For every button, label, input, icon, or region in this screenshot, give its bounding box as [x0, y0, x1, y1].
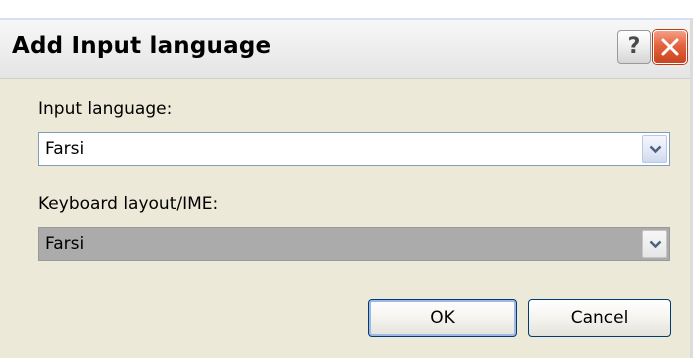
input-language-value: Farsi	[45, 139, 85, 159]
input-language-dropdown-button[interactable]	[642, 135, 667, 163]
input-language-dropdown[interactable]: Farsi	[38, 132, 670, 166]
keyboard-layout-dropdown[interactable]: Farsi	[38, 227, 670, 261]
chevron-down-icon	[649, 240, 662, 249]
title-bar[interactable]: Add Input language ?	[0, 20, 690, 79]
help-button[interactable]: ?	[617, 30, 651, 64]
keyboard-layout-dropdown-button[interactable]	[642, 230, 667, 258]
keyboard-layout-label: Keyboard layout/IME:	[38, 194, 219, 214]
input-language-label: Input language:	[38, 99, 173, 119]
close-icon	[661, 38, 679, 56]
dialog-title: Add Input language	[12, 33, 272, 59]
keyboard-layout-value: Farsi	[45, 234, 85, 254]
chevron-down-icon	[649, 145, 662, 154]
cancel-button[interactable]: Cancel	[528, 299, 671, 337]
close-button[interactable]	[653, 30, 687, 64]
ok-button[interactable]: OK	[368, 299, 517, 337]
add-input-language-dialog: Add Input language ? Input language: Far…	[0, 18, 693, 358]
